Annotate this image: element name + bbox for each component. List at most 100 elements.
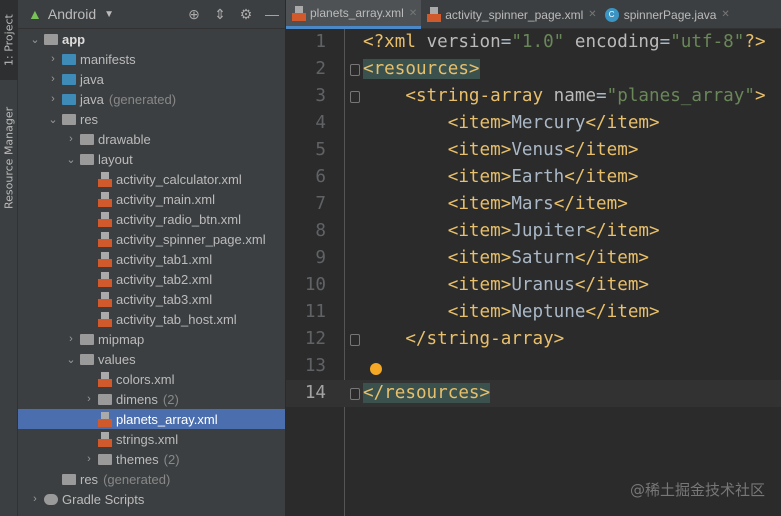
tree-item[interactable]: › manifests [18,49,285,69]
tree-item-extra: (2) [162,391,179,407]
tree-item[interactable]: activity_tab1.xml [18,249,285,269]
tree-item-label: strings.xml [116,431,179,447]
tree-item[interactable]: activity_tab3.xml [18,289,285,309]
chevron-right-icon[interactable]: › [82,393,96,405]
minimize-icon[interactable]: — [259,6,285,22]
collapse-icon[interactable]: ⇕ [207,6,233,23]
xml-file-icon [98,231,112,247]
code-editor[interactable]: 1 <?xml version="1.0" encoding="utf-8"?> 2… [286,29,781,516]
code-line: <string-array name="planes_array"> [363,83,765,110]
tree-item-label: dimens [116,391,158,407]
tree-item-label: colors.xml [116,371,175,387]
folder-icon [62,53,76,65]
tree-item[interactable]: activity_calculator.xml [18,169,285,189]
close-icon[interactable]: ✕ [588,9,596,20]
tree-item[interactable]: colors.xml [18,369,285,389]
code-line: <item>Jupiter</item> [363,218,660,245]
line-number: 6 [315,167,326,187]
chevron-right-icon[interactable]: › [64,333,78,345]
editor-tab[interactable]: CspinnerPage.java ✕ [601,0,734,29]
line-number: 2 [315,59,326,79]
folder-icon [44,33,58,45]
tree-item-label: layout [98,151,133,167]
tab-label: activity_spinner_page.xml [445,7,584,22]
tree-item[interactable]: › themes (2) [18,449,285,469]
code-token: </item> [585,113,660,133]
tree-item[interactable]: ⌄ layout [18,149,285,169]
tree-item-label: activity_calculator.xml [116,171,242,187]
tree-item-label: activity_tab_host.xml [116,311,237,327]
tree-item[interactable]: planets_array.xml [18,409,285,429]
tree-item[interactable]: activity_main.xml [18,189,285,209]
chevron-down-icon[interactable]: ⌄ [46,113,60,126]
tree-item-label: values [98,351,136,367]
chevron-down-icon[interactable]: ⌄ [64,153,78,166]
xml-file-icon [98,271,112,287]
tree-item[interactable]: res (generated) [18,469,285,489]
chevron-down-icon[interactable]: ⌄ [64,353,78,366]
tree-item[interactable]: activity_tab2.xml [18,269,285,289]
target-icon[interactable]: ⊕ [181,6,207,23]
fold-marker-icon[interactable] [350,334,360,346]
close-icon[interactable]: ✕ [721,9,729,20]
lightbulb-icon[interactable] [370,363,382,375]
code-token: </item> [574,275,650,295]
chevron-right-icon[interactable]: › [28,493,42,505]
chevron-down-icon[interactable]: ▼ [104,9,114,20]
chevron-down-icon[interactable]: ⌄ [28,33,42,46]
folder-icon [62,73,76,85]
gradle-icon [44,493,58,505]
editor-tab[interactable]: activity_spinner_page.xml ✕ [421,0,600,29]
tree-item[interactable]: › dimens (2) [18,389,285,409]
project-tool-tab[interactable]: 1: Project [0,0,18,80]
editor-tab[interactable]: planets_array.xml ✕ [286,0,422,29]
code-token: Jupiter [511,221,586,241]
tree-item-label: activity_tab1.xml [116,251,213,267]
chevron-right-icon[interactable]: › [46,73,60,85]
tree-item[interactable]: strings.xml [18,429,285,449]
code-token: Saturn [511,248,575,268]
code-token: </item> [553,194,628,214]
folder-icon [80,353,94,365]
code-token: <item> [447,221,512,241]
code-token: <item> [447,275,512,295]
code-token: <string-array [405,86,554,106]
code-line: <?xml version="1.0" encoding="utf-8"?> [363,29,766,56]
tree-item[interactable]: ⌄ values [18,349,285,369]
code-token: <item> [447,248,512,268]
tree-item[interactable]: activity_radio_btn.xml [18,209,285,229]
tree-item[interactable]: › mipmap [18,329,285,349]
code-line: <item>Mercury</item> [363,110,660,137]
tree-item[interactable]: ⌄ res [18,109,285,129]
tree-item-label: themes [116,451,159,467]
project-panel: ▲ Android ▼ ⊕ ⇕ ⚙ — ⌄ app › manifests › java ›… [18,0,286,516]
gear-icon[interactable]: ⚙ [233,6,259,23]
tree-item[interactable]: › drawable [18,129,285,149]
xml-file-icon [98,411,112,427]
tree-item[interactable]: › Gradle Scripts [18,489,285,509]
tree-item-label: java [80,91,104,107]
tree-item-label: drawable [98,131,151,147]
chevron-right-icon[interactable]: › [46,93,60,105]
tree-item[interactable]: activity_spinner_page.xml [18,229,285,249]
chevron-right-icon[interactable]: › [82,453,96,465]
code-token: <?xml [363,32,427,52]
tree-item[interactable]: › java (generated) [18,89,285,109]
fold-marker-icon[interactable] [350,91,360,103]
close-icon[interactable]: ✕ [409,8,417,19]
tree-item[interactable]: ⌄ app [18,29,285,49]
tree-item[interactable]: activity_tab_host.xml [18,309,285,329]
fold-marker-icon[interactable] [350,64,360,76]
code-line: <item>Mars</item> [363,191,628,218]
view-selector[interactable]: Android [48,6,96,22]
chevron-right-icon[interactable]: › [46,53,60,65]
watermark: @稀土掘金技术社区 [629,481,765,499]
fold-marker-icon[interactable] [350,388,360,400]
chevron-right-icon[interactable]: › [64,133,78,145]
resource-manager-tool-tab[interactable]: Resource Manager [0,95,18,220]
tree-item[interactable]: › java [18,69,285,89]
